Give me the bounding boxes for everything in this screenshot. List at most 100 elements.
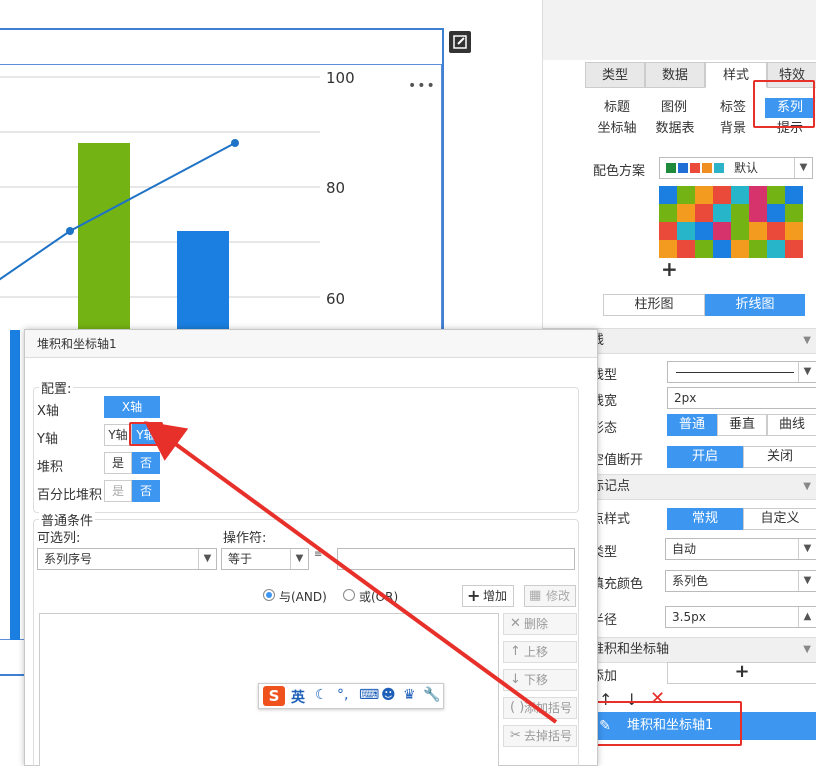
palette-swatch[interactable] <box>785 240 803 258</box>
line-point <box>231 139 239 147</box>
fill-color-select[interactable]: 系列色 ▼ <box>665 570 816 592</box>
x-axis-label: X轴 <box>37 404 59 419</box>
palette-swatch[interactable] <box>767 222 785 240</box>
column-select[interactable]: 系列序号 ▼ <box>37 548 217 570</box>
subtab-legend[interactable]: 图例 <box>650 98 698 118</box>
bar <box>10 330 20 640</box>
palette-swatch[interactable] <box>749 222 767 240</box>
palette-swatch[interactable] <box>695 186 713 204</box>
palette-swatch[interactable] <box>659 222 677 240</box>
marker-custom-button[interactable]: 自定义 <box>743 508 816 530</box>
null-break-off-button[interactable]: 关闭 <box>743 446 816 468</box>
add-color-icon[interactable]: + <box>661 257 678 281</box>
edit-icon[interactable] <box>449 31 471 53</box>
moon-icon[interactable]: ☾ <box>315 687 328 703</box>
percent-stack-yes-button[interactable]: 是 <box>104 480 132 502</box>
tab-data[interactable]: 数据 <box>645 62 705 88</box>
arrow-up-icon: ↑ <box>510 644 521 659</box>
panel-header-space <box>543 0 816 60</box>
x-axis-button[interactable]: X轴 <box>104 396 160 418</box>
palette-swatch[interactable] <box>695 204 713 222</box>
palette-swatch[interactable] <box>785 204 803 222</box>
color-scheme-select[interactable]: 默认 ▼ <box>659 157 813 179</box>
and-radio[interactable] <box>263 589 275 601</box>
percent-stack-label: 百分比堆积 <box>37 488 103 503</box>
shape-normal-button[interactable]: 普通 <box>667 414 717 436</box>
subtab-background[interactable]: 背景 <box>709 119 757 139</box>
add-condition-button[interactable]: + 增加 <box>462 585 514 607</box>
palette-swatch[interactable] <box>749 204 767 222</box>
palette-swatch[interactable] <box>731 240 749 258</box>
null-break-on-button[interactable]: 开启 <box>667 446 743 468</box>
add-stack-button[interactable]: + <box>667 662 816 684</box>
stack-no-button[interactable]: 否 <box>132 452 160 474</box>
palette-swatch[interactable] <box>713 222 731 240</box>
modify-condition-button[interactable]: ▦ 修改 <box>524 585 576 607</box>
chevron-down-icon: ▼ <box>803 335 811 346</box>
palette-swatch[interactable] <box>767 204 785 222</box>
keyboard-icon[interactable]: ⌨ <box>359 687 379 703</box>
shape-curve-button[interactable]: 曲线 <box>767 414 816 436</box>
punctuation-icon[interactable]: °, <box>337 687 348 703</box>
palette-swatch[interactable] <box>785 222 803 240</box>
move-down-button[interactable]: ↓ 下移 <box>503 669 577 691</box>
palette-swatch[interactable] <box>749 186 767 204</box>
fill-color-value: 系列色 <box>672 574 709 588</box>
shirt-icon[interactable]: ♛ <box>403 687 416 703</box>
marker-type-select[interactable]: 自动 ▼ <box>665 538 816 560</box>
move-up-button[interactable]: ↑ 上移 <box>503 641 577 663</box>
user-icon[interactable]: ☻ <box>381 687 396 703</box>
or-radio[interactable] <box>343 589 355 601</box>
value-type-icon[interactable]: ≡ <box>314 549 322 560</box>
palette-swatch[interactable] <box>677 222 695 240</box>
palette-swatch[interactable] <box>713 204 731 222</box>
stack-yes-button[interactable]: 是 <box>104 452 132 474</box>
chart-type-bar-button[interactable]: 柱形图 <box>603 294 705 316</box>
add-bracket-button[interactable]: ( ) 添加括号 <box>503 697 577 719</box>
palette-swatch[interactable] <box>785 186 803 204</box>
subtab-label[interactable]: 标签 <box>709 98 757 118</box>
palette-swatch[interactable] <box>677 186 695 204</box>
value-input[interactable] <box>337 548 575 570</box>
radius-input[interactable]: 3.5px ▲ <box>665 606 816 628</box>
up-label: 上移 <box>524 645 549 659</box>
scheme-swatches <box>666 159 726 179</box>
line-type-select[interactable]: ▼ <box>667 361 816 383</box>
palette-swatch[interactable] <box>659 240 677 258</box>
subtab-axis[interactable]: 坐标轴 <box>593 119 641 139</box>
remove-bracket-button[interactable]: ✂ 去掉括号 <box>503 725 577 747</box>
subtab-title[interactable]: 标题 <box>593 98 641 118</box>
column-label: 可选列: <box>37 531 81 546</box>
subtab-datatable[interactable]: 数据表 <box>650 119 700 139</box>
shape-vertical-button[interactable]: 垂直 <box>717 414 767 436</box>
palette-swatch[interactable] <box>659 204 677 222</box>
operator-select[interactable]: 等于 ▼ <box>221 548 309 570</box>
sogou-logo-icon[interactable]: S <box>263 686 285 706</box>
stepper-icon[interactable]: ▲ <box>798 607 816 627</box>
percent-stack-no-button[interactable]: 否 <box>132 480 160 502</box>
ime-toolbar[interactable]: S 英 ☾ °, ⌨ ☻ ♛ 🔧 <box>258 683 444 709</box>
palette-swatch[interactable] <box>713 240 731 258</box>
line-width-input[interactable]: 2px <box>667 387 816 409</box>
palette-swatch[interactable] <box>731 204 749 222</box>
palette-swatch[interactable] <box>677 240 695 258</box>
palette-swatch[interactable] <box>749 240 767 258</box>
y-axis-button[interactable]: Y轴 <box>104 424 132 446</box>
tab-type[interactable]: 类型 <box>585 62 645 88</box>
chart-type-line-button[interactable]: 折线图 <box>705 294 805 316</box>
more-options-icon[interactable]: ••• <box>408 78 436 94</box>
palette-swatch[interactable] <box>731 222 749 240</box>
palette-swatch[interactable] <box>767 186 785 204</box>
marker-normal-button[interactable]: 常规 <box>667 508 743 530</box>
palette-swatch[interactable] <box>767 240 785 258</box>
palette-swatch[interactable] <box>713 186 731 204</box>
palette-swatch[interactable] <box>695 222 713 240</box>
palette-swatch[interactable] <box>731 186 749 204</box>
ime-lang[interactable]: 英 <box>291 687 305 707</box>
wrench-icon[interactable]: 🔧 <box>423 687 440 703</box>
palette-swatch[interactable] <box>659 186 677 204</box>
palette-swatch[interactable] <box>677 204 695 222</box>
color-palette-grid[interactable] <box>659 186 805 259</box>
delete-condition-button[interactable]: ✕ 删除 <box>503 613 577 635</box>
palette-swatch[interactable] <box>695 240 713 258</box>
